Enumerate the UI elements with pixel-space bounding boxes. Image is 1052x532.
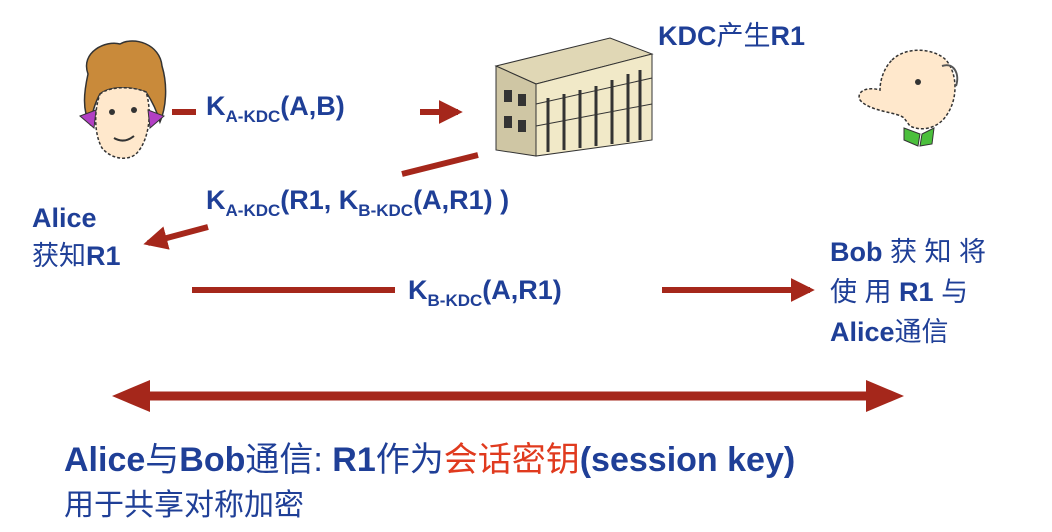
kdc-label: KDC产生R1 — [658, 21, 806, 51]
double-arrow-right-head — [866, 380, 904, 412]
alice-figure — [79, 40, 167, 160]
message-alice-to-kdc: KA-KDC(A,B) — [206, 91, 345, 126]
arrow-kdc-to-alice-part1 — [401, 152, 479, 177]
message-alice-to-bob: KB-KDC(A,R1) — [408, 275, 562, 310]
alice-learns-r1: 获知R1 — [32, 241, 121, 271]
bob-label-line3: Alice通信 — [830, 317, 949, 347]
alice-name: Alice — [32, 203, 97, 233]
kdc-building — [494, 37, 654, 157]
symmetric-encryption-note: 用于共享对称加密 — [64, 489, 304, 522]
double-arrow-left-head — [112, 380, 150, 412]
arrow-kdc-to-alice-part2 — [143, 224, 209, 250]
session-key-statement: Alice与Bob通信: R1作为会话密钥(session key) — [64, 441, 796, 479]
bob-label-line1: Bob 获 知 将 — [830, 237, 987, 267]
bob-figure — [858, 49, 959, 147]
bob-label-line2: 使 用 R1 与 — [830, 277, 969, 307]
message-kdc-to-alice: KA-KDC(R1, KB-KDC(A,R1) ) — [206, 185, 510, 220]
session-key-highlight: 会话密钥 — [443, 441, 580, 479]
